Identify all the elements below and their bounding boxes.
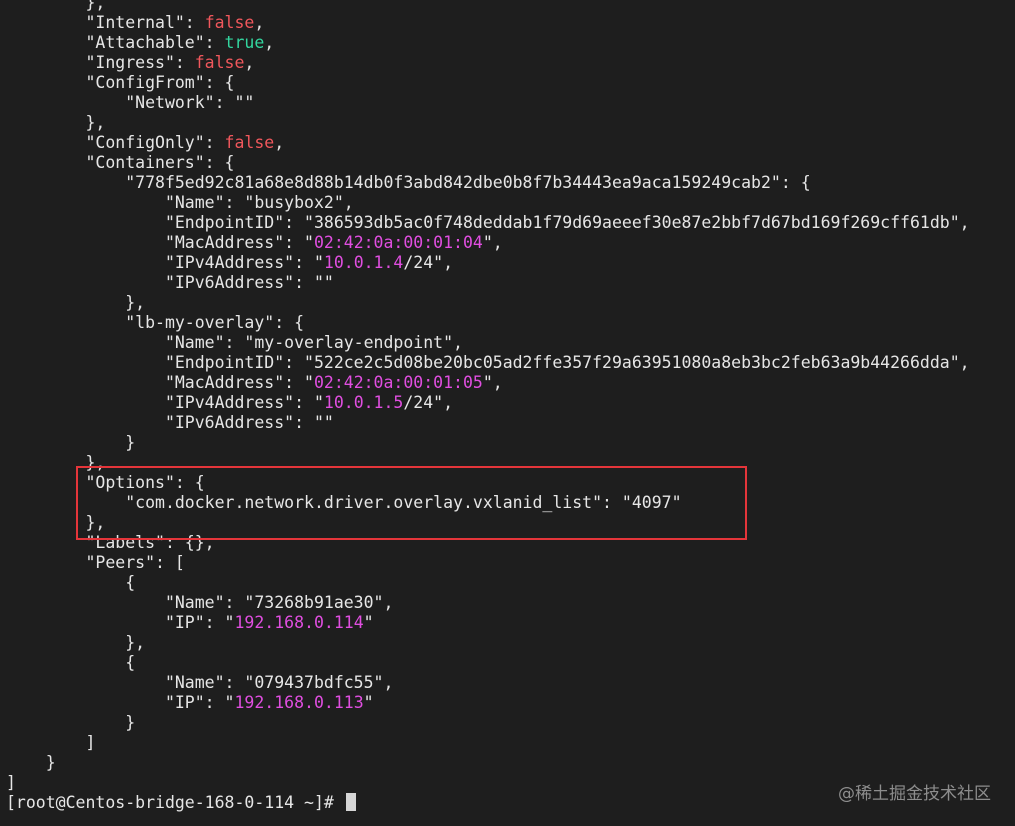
output-line: "IPv4Address": "10.0.1.5/24",: [6, 393, 454, 412]
output-line: "Network": "": [6, 93, 255, 112]
output-line: "778f5ed92c81a68e8d88b14db0f3abd842dbe0b…: [6, 173, 811, 192]
shell-prompt: [root@Centos-bridge-168-0-114 ~]#: [6, 793, 344, 812]
output-line: "Name": "busybox2",: [6, 193, 354, 212]
output-line: },: [6, 513, 106, 532]
output-line: "EndpointID": "386593db5ac0f748deddab1f7…: [6, 213, 970, 232]
output-line: "Containers": {: [6, 153, 235, 172]
output-line: }: [6, 713, 136, 732]
output-line: "MacAddress": "02:42:0a:00:01:05",: [6, 373, 503, 392]
output-line: "Name": "73268b91ae30",: [6, 593, 394, 612]
watermark: @稀土掘金技术社区: [838, 784, 991, 804]
output-line: "Labels": {},: [6, 533, 215, 552]
output-line: "EndpointID": "522ce2c5d08be20bc05ad2ffe…: [6, 353, 970, 372]
output-line: "IPv6Address": "": [6, 413, 334, 432]
output-line: "com.docker.network.driver.overlay.vxlan…: [6, 493, 682, 512]
text-cursor: [345, 793, 356, 811]
output-line: {: [6, 653, 136, 672]
output-line: {: [6, 573, 136, 592]
output-line: "IP": "192.168.0.113": [6, 693, 374, 712]
output-line: "Attachable": true,: [6, 33, 275, 52]
output-line: "IPv4Address": "10.0.1.4/24",: [6, 253, 454, 272]
output-line: "Name": "my-overlay-endpoint",: [6, 333, 463, 352]
output-line: "Internal": false,: [6, 13, 265, 32]
output-line: }: [6, 433, 136, 452]
output-line: "Name": "079437bdfc55",: [6, 673, 394, 692]
output-line: "Peers": [: [6, 553, 185, 572]
output-line: },: [6, 453, 106, 472]
output-line: ]: [6, 733, 96, 752]
output-line: "MacAddress": "02:42:0a:00:01:04",: [6, 233, 503, 252]
output-line: "IP": "192.168.0.114": [6, 613, 374, 632]
output-line: "ConfigOnly": false,: [6, 133, 285, 152]
output-line: },: [6, 633, 146, 652]
output-line: "IPv6Address": "": [6, 273, 334, 292]
output-line: },: [6, 0, 106, 12]
output-line: "ConfigFrom": {: [6, 73, 235, 92]
output-line: "Ingress": false,: [6, 53, 255, 72]
output-line: },: [6, 113, 106, 132]
output-line: "lb-my-overlay": {: [6, 313, 305, 332]
terminal-output: }, "Internal": false, "Attachable": true…: [6, 0, 1011, 813]
output-line: "Options": {: [6, 473, 205, 492]
output-line: }: [6, 753, 56, 772]
output-line: },: [6, 293, 146, 312]
